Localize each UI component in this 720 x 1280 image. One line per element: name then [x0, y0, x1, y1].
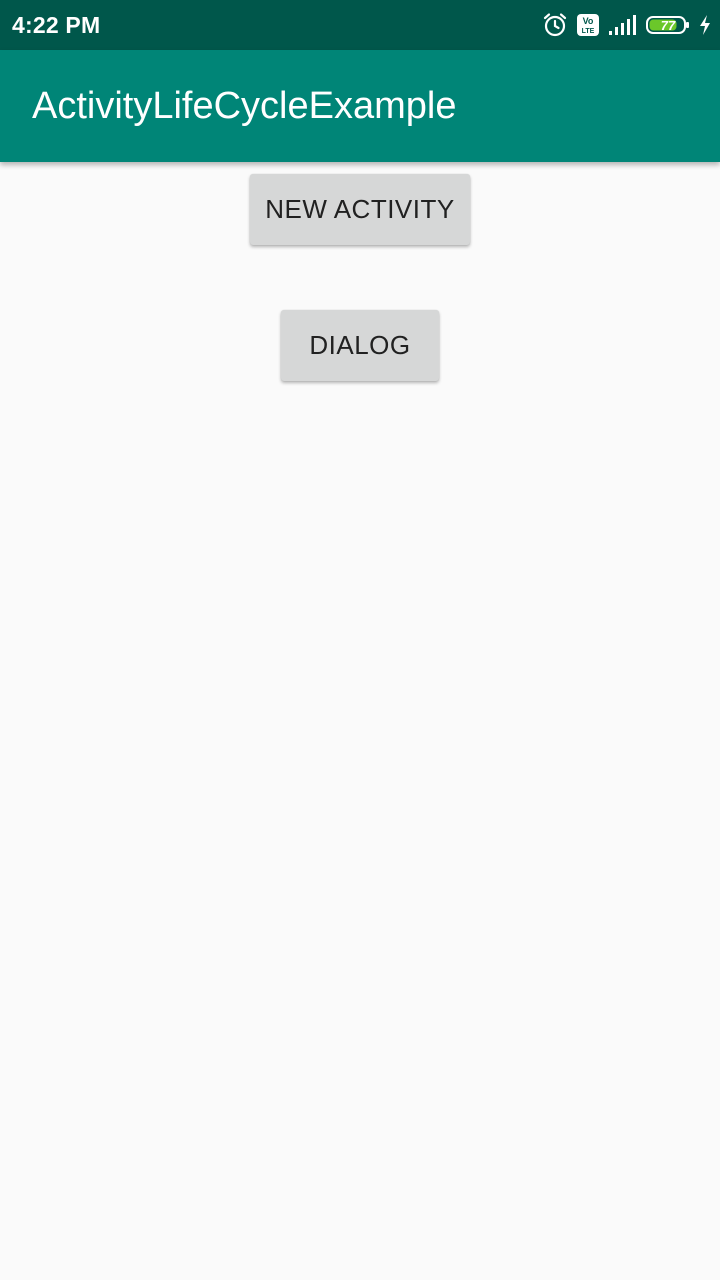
battery-icon: 77 — [646, 16, 690, 34]
new-activity-button[interactable]: NEW ACTIVITY — [250, 174, 470, 245]
svg-text:Vo: Vo — [583, 16, 594, 26]
battery-level: 77 — [660, 17, 676, 33]
screen: 4:22 PM Vo LTE 77 ActivityLifeCycleExamp… — [0, 0, 720, 1280]
main-content: NEW ACTIVITY DIALOG — [0, 162, 720, 1280]
app-title: ActivityLifeCycleExample — [32, 85, 457, 127]
signal-icon — [608, 14, 638, 36]
alarm-icon — [542, 12, 568, 38]
volte-icon: Vo LTE — [576, 13, 600, 37]
dialog-button[interactable]: DIALOG — [281, 310, 439, 381]
status-time: 4:22 PM — [12, 12, 101, 38]
charging-icon — [698, 14, 712, 36]
status-bar: 4:22 PM Vo LTE 77 — [0, 0, 720, 50]
svg-text:LTE: LTE — [582, 28, 595, 35]
status-icons: Vo LTE 77 — [542, 10, 712, 40]
app-bar: ActivityLifeCycleExample — [0, 50, 720, 162]
